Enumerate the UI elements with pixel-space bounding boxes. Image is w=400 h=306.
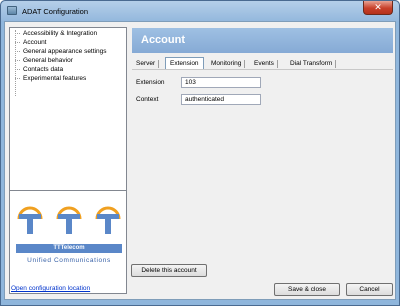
window-title: ADAT Configuration <box>22 7 89 16</box>
logo-brand-name: TTTelecom <box>16 244 122 253</box>
tree-item-experimental[interactable]: Experimental features <box>10 74 126 83</box>
page-title: Account <box>132 28 393 53</box>
tree-item-label: Accessibility & Integration <box>23 30 98 37</box>
tree-branch-line <box>15 60 20 61</box>
title-bar[interactable]: ADAT Configuration ✕ <box>1 1 399 21</box>
extension-field[interactable]: 103 <box>181 77 261 88</box>
app-icon <box>7 6 17 15</box>
tree-item-contacts-data[interactable]: Contacts data <box>10 65 126 74</box>
tree-item-account[interactable]: Account <box>10 38 126 47</box>
tree-branch-line <box>15 69 20 70</box>
context-label: Context <box>136 96 159 103</box>
tree-item-label: Account <box>23 39 47 46</box>
dialog-client-area: Accessibility & Integration Account Gene… <box>4 21 396 300</box>
save-close-button[interactable]: Save & close <box>274 283 340 296</box>
logo-t-icon <box>56 206 82 234</box>
tree-branch-line <box>15 42 20 43</box>
tree-item-label: Contacts data <box>23 66 64 73</box>
tab-label: Events <box>254 60 274 67</box>
tab-label: Monitoring <box>211 60 242 67</box>
tree-item-label: General appearance settings <box>23 48 107 55</box>
tree-item-accessibility[interactable]: Accessibility & Integration <box>10 29 126 38</box>
logo-t-icon <box>95 206 121 234</box>
extension-label: Extension <box>136 79 165 86</box>
tab-label: Server <box>136 60 156 67</box>
tree-item-label: Experimental features <box>23 75 87 82</box>
close-window-button[interactable]: ✕ <box>363 1 393 15</box>
company-logo-panel: TTTelecom Unified Communications <box>9 190 127 294</box>
tab-divider <box>132 69 393 70</box>
logo-t-icon <box>17 206 43 234</box>
tree-item-general-behavior[interactable]: General behavior <box>10 56 126 65</box>
delete-account-button[interactable]: Delete this account <box>131 264 207 277</box>
tab-label: Extension <box>170 60 199 67</box>
open-config-location-link[interactable]: Open configuration location <box>11 285 90 292</box>
context-field[interactable]: authenticated <box>181 94 261 105</box>
tree-branch-line <box>15 51 20 52</box>
tab-label: Dial Transform <box>290 60 333 67</box>
logo-tagline: Unified Communications <box>27 257 111 264</box>
app-window: ADAT Configuration ✕ Accessibility & Int… <box>0 0 400 306</box>
close-icon: ✕ <box>374 2 382 12</box>
settings-tree: Accessibility & Integration Account Gene… <box>9 27 127 205</box>
cancel-button[interactable]: Cancel <box>346 283 393 296</box>
tree-branch-line <box>15 33 20 34</box>
tree-branch-line <box>15 78 20 79</box>
tree-item-label: General behavior <box>23 57 73 64</box>
tree-item-general-appearance[interactable]: General appearance settings <box>10 47 126 56</box>
